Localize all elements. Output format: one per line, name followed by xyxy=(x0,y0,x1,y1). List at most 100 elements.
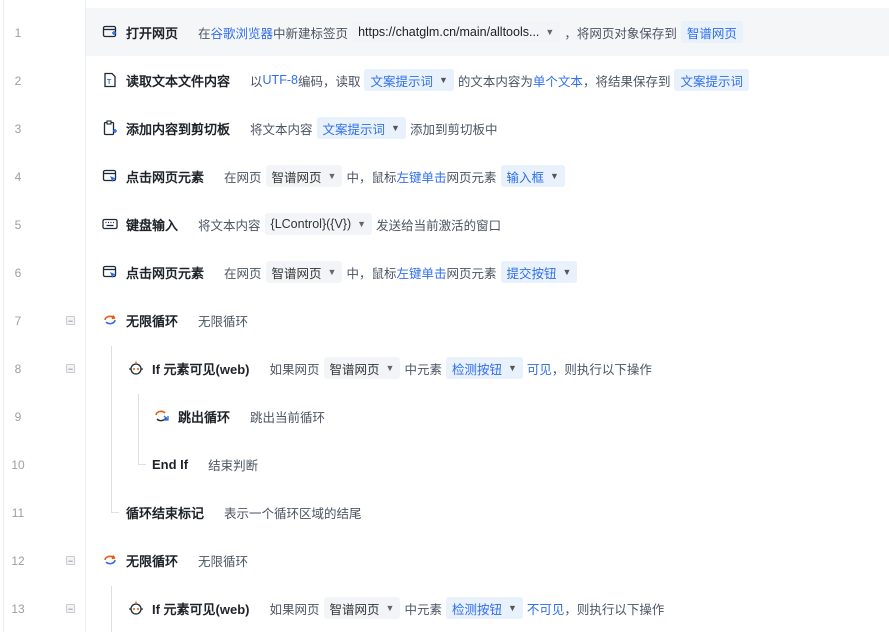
line-number: 13 xyxy=(11,602,25,616)
click-type: 左键单击 xyxy=(396,170,447,185)
line-number: 2 xyxy=(14,74,22,88)
step-add-to-clipboard[interactable]: 添加内容到剪切板 将文本内容 文案提示词 ▼ 添加到剪切板中 xyxy=(102,104,497,152)
step-text: 发送给当前激活的窗口 xyxy=(376,218,502,233)
element-name: 提交按钮 xyxy=(506,266,557,281)
step-end-if[interactable]: End If 结束判断 xyxy=(152,440,258,488)
output-variable[interactable]: 智谱网页 xyxy=(680,21,743,43)
step-text: 在 xyxy=(198,26,211,41)
if-guide-line xyxy=(138,394,139,464)
chevron-down-icon: ▼ xyxy=(545,27,555,37)
element-dropdown[interactable]: 检测按钮 ▼ xyxy=(445,357,523,379)
collapse-toggle-loop-1[interactable]: − xyxy=(66,316,75,326)
step-description: 无限循环 xyxy=(198,554,249,569)
step-text: 编码，读取 xyxy=(297,74,361,89)
step-read-text-file[interactable]: T 读取文本文件内容 以 UTF-8 编码，读取 文案提示词 ▼ 的文本内容为 单… xyxy=(102,56,753,104)
step-open-webpage[interactable]: 打开网页 在 谷歌浏览器 中新建标签页 https://chatglm.cn/m… xyxy=(102,8,747,56)
element-name: 检测按钮 xyxy=(451,602,502,617)
step-title: 循环结束标记 xyxy=(126,505,205,521)
page-dropdown[interactable]: 智谱网页 ▼ xyxy=(265,165,343,187)
step-infinite-loop[interactable]: 无限循环 无限循环 xyxy=(102,296,248,344)
step-text: 添加到剪切板中 xyxy=(409,122,498,137)
text-file-icon: T xyxy=(102,72,118,88)
step-text: 如果网页 xyxy=(269,602,320,617)
line-number: 12 xyxy=(11,554,25,568)
element-dropdown[interactable]: 提交按钮 ▼ xyxy=(500,261,578,283)
svg-text:T: T xyxy=(107,79,112,86)
collapse-toggle-if-2[interactable]: − xyxy=(66,604,75,614)
output-variable[interactable]: 文案提示词 xyxy=(674,69,749,91)
step-text: 如果网页 xyxy=(269,362,320,377)
step-title: 添加内容到剪切板 xyxy=(126,121,231,137)
click-element-icon xyxy=(102,264,118,280)
loop-guide-line-2 xyxy=(111,586,112,632)
page-variable: 智谱网页 xyxy=(329,362,380,377)
condition-robot-icon xyxy=(128,600,144,616)
visibility-condition: 不可见 xyxy=(526,602,565,617)
step-text: 将文本内容 xyxy=(198,218,261,233)
element-name: 输入框 xyxy=(506,170,545,185)
keys-dropdown[interactable]: {LControl}({V}) ▼ xyxy=(264,213,373,235)
chevron-down-icon: ▼ xyxy=(327,267,337,277)
line-number: 11 xyxy=(11,506,25,520)
loop-icon xyxy=(102,552,118,568)
line-number: 9 xyxy=(14,410,22,424)
chevron-down-icon: ▼ xyxy=(507,363,517,373)
step-text: 网页元素 xyxy=(446,170,497,185)
break-loop-icon xyxy=(154,408,170,424)
step-title: 打开网页 xyxy=(126,25,179,41)
condition-robot-icon xyxy=(128,360,144,376)
text-variable-dropdown[interactable]: 文案提示词 ▼ xyxy=(316,117,406,139)
step-text: ，则执行以下操作 xyxy=(564,602,665,617)
page-dropdown[interactable]: 智谱网页 ▼ xyxy=(323,597,401,619)
clipboard-icon xyxy=(102,120,118,136)
page-variable: 智谱网页 xyxy=(329,602,380,617)
line-number: 5 xyxy=(14,218,22,232)
chevron-down-icon: ▼ xyxy=(385,363,395,373)
browser-name: 谷歌浏览器 xyxy=(210,26,274,41)
element-dropdown[interactable]: 检测按钮 ▼ xyxy=(445,597,523,619)
element-name: 检测按钮 xyxy=(451,362,502,377)
line-number: 6 xyxy=(14,266,22,280)
step-description: 表示一个循环区域的结尾 xyxy=(224,506,362,521)
step-text: 中，鼠标 xyxy=(346,266,397,281)
url-dropdown[interactable]: https://chatglm.cn/main/alltools... ▼ xyxy=(352,21,561,43)
step-title: 跳出循环 xyxy=(178,409,231,425)
step-infinite-loop-2[interactable]: 无限循环 无限循环 xyxy=(102,536,248,584)
step-title: 无限循环 xyxy=(126,313,179,329)
step-click-element-submit[interactable]: 点击网页元素 在网页 智谱网页 ▼ 中，鼠标 左键单击 网页元素 提交按钮 ▼ xyxy=(102,248,581,296)
collapse-toggle-loop-2[interactable]: − xyxy=(66,556,75,566)
page-dropdown[interactable]: 智谱网页 ▼ xyxy=(265,261,343,283)
step-click-element-input[interactable]: 点击网页元素 在网页 智谱网页 ▼ 中，鼠标 左键单击 网页元素 输入框 ▼ xyxy=(102,152,569,200)
chevron-down-icon: ▼ xyxy=(327,171,337,181)
step-text: 网页元素 xyxy=(446,266,497,281)
step-if-element-invisible[interactable]: If 元素可见(web) 如果网页 智谱网页 ▼ 中元素 检测按钮 ▼ 不可见 ，则… xyxy=(128,584,664,632)
page-dropdown[interactable]: 智谱网页 ▼ xyxy=(323,357,401,379)
loop-icon xyxy=(102,312,118,328)
chevron-down-icon: ▼ xyxy=(562,267,572,277)
click-type: 左键单击 xyxy=(396,266,447,281)
chevron-down-icon: ▼ xyxy=(507,603,517,613)
step-loop-end[interactable]: 循环结束标记 表示一个循环区域的结尾 xyxy=(126,488,362,536)
loop-guide-line xyxy=(111,346,112,512)
chevron-down-icon: ▼ xyxy=(385,603,395,613)
chevron-down-icon: ▼ xyxy=(550,171,559,181)
page-variable: 智谱网页 xyxy=(271,266,322,281)
step-keyboard-input[interactable]: 键盘输入 将文本内容 {LControl}({V}) ▼ 发送给当前激活的窗口 xyxy=(102,200,501,248)
url-value: https://chatglm.cn/main/alltools... xyxy=(358,25,540,39)
step-text: 中，鼠标 xyxy=(346,170,397,185)
step-break-loop[interactable]: 跳出循环 跳出当前循环 xyxy=(154,392,325,440)
step-text: 中元素 xyxy=(404,602,442,617)
file-variable-dropdown[interactable]: 文案提示词 ▼ xyxy=(364,69,454,91)
step-text: ，则执行以下操作 xyxy=(551,362,652,377)
element-dropdown[interactable]: 输入框 ▼ xyxy=(500,165,565,187)
step-if-element-visible[interactable]: If 元素可见(web) 如果网页 智谱网页 ▼ 中元素 检测按钮 ▼ 可见 ，则执… xyxy=(128,344,652,392)
step-title: 点击网页元素 xyxy=(126,265,205,281)
encoding: UTF-8 xyxy=(262,73,298,87)
step-description: 跳出当前循环 xyxy=(250,410,326,425)
read-mode: 单个文本 xyxy=(532,74,583,89)
page-variable: 智谱网页 xyxy=(271,170,322,185)
collapse-toggle-if-1[interactable]: − xyxy=(66,364,75,374)
file-variable: 文案提示词 xyxy=(370,74,433,89)
step-title: 读取文本文件内容 xyxy=(126,73,231,89)
text-variable: 文案提示词 xyxy=(322,122,386,137)
